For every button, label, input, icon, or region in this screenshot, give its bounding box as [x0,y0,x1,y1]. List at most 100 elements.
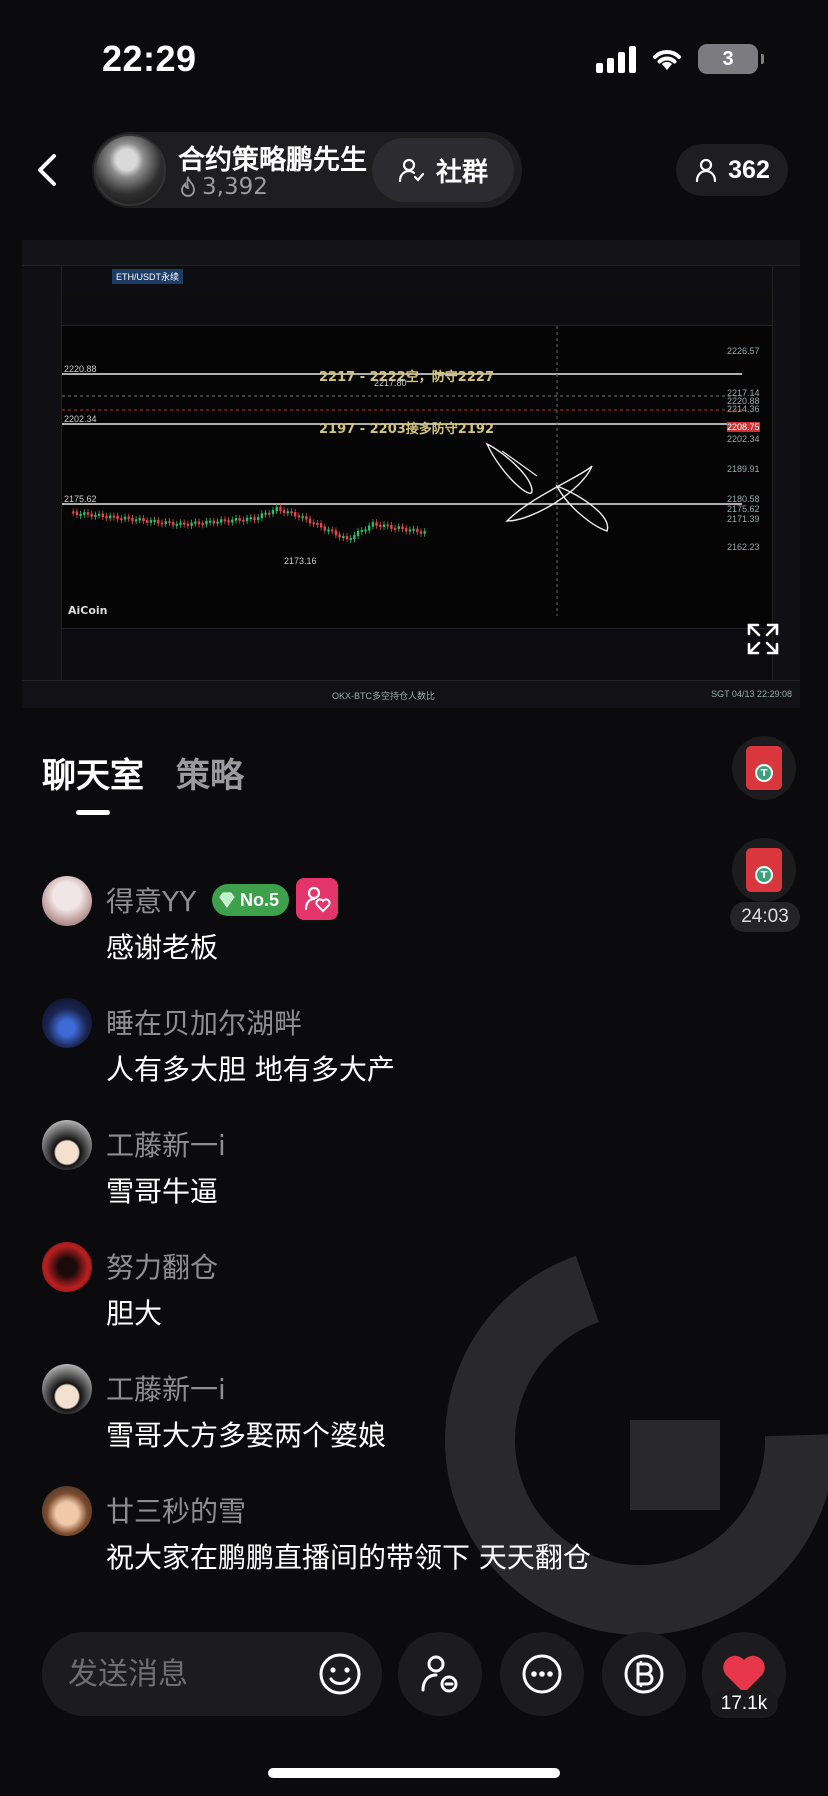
chat-username[interactable]: 睡在贝加尔湖畔 [106,1002,302,1042]
stream-right-rail [772,266,800,680]
candle-body [349,538,352,541]
candle-body [86,512,90,515]
active-tab-indicator [76,810,110,815]
candle-body [257,517,260,521]
candle-body [175,523,178,526]
chat-text: 人有多大胆 地有多大产 [106,1053,395,1086]
aicoin-watermark: AiCoin [68,604,108,617]
stream-indicator-bar [62,628,772,680]
message-composer[interactable] [42,1632,382,1716]
candle-body [216,521,219,524]
high-price-label: 2217.80 [374,378,407,388]
emoji-icon[interactable] [316,1650,364,1698]
user-avatar[interactable] [42,876,92,926]
candle-body [160,522,164,525]
bitcoin-tip-button[interactable] [602,1632,686,1716]
candle-body [75,511,79,515]
level-label-left: 2202.34 [64,414,97,424]
more-options-button[interactable] [500,1632,584,1716]
community-button-label: 社群 [435,157,488,188]
price-axis-label: 2226.57 [727,346,760,356]
candle-body [205,520,208,525]
message-input[interactable] [68,1652,288,1696]
back-arrow-icon[interactable] [28,150,68,190]
chat-username[interactable]: 廿三秒的雪 [106,1490,246,1530]
more-dots-icon [522,1654,562,1694]
candle-body [271,510,275,515]
viewer-count-pill[interactable]: 362 [676,144,788,196]
host-info-pill[interactable]: 合约策略鹏先生 3,392 社群 [92,132,522,208]
chat-message: 廿三秒的雪 祝大家在鹏鹏直播间的带领下 天天翻仓 [42,1486,742,1596]
stream-pair-tab: ETH/USDT永续 [112,269,184,284]
candle-body [419,531,423,534]
candle-body [371,522,375,527]
stream-app-titlebar [22,240,800,266]
price-axis-label: 2208.75 [727,422,760,432]
candle-body [197,521,201,525]
live-stream-video[interactable]: ETH/USDT永续 2217 - 2222空，防守2227 2197 - 22… [22,240,800,708]
chat-message: 工藤新一i 雪哥大方多娶两个婆娘 [42,1364,742,1474]
candle-body [323,526,326,531]
chat-username[interactable]: 得意YY [106,880,196,920]
user-avatar[interactable] [42,1486,92,1536]
chat-username[interactable]: 工藤新一i [106,1368,226,1408]
battery-icon: 3 [698,44,764,74]
home-indicator [268,1768,560,1778]
red-packet-icon: T [746,848,782,892]
candle-body [382,524,386,527]
tab-strategy[interactable]: 策略 [176,748,244,797]
candle-body [234,518,238,521]
candle-body [220,519,223,523]
candle-body [286,511,289,514]
candle-body [90,513,93,517]
candle-body [186,523,190,526]
like-count: 17.1k [710,1690,778,1718]
candle-body [405,528,408,532]
long-zone-annotation: 2197 - 2203接多防守2192 [319,422,494,437]
level-label-left: 2220.88 [64,364,97,374]
candle-body [109,515,112,519]
red-packet-button[interactable]: T [732,736,796,800]
chat-username[interactable]: 努力翻仓 [106,1246,218,1286]
community-button[interactable]: 社群 [372,138,514,202]
candle-body [146,520,149,523]
candle-body [249,517,252,520]
candle-body [397,526,400,529]
chat-text: 雪哥大方多娶两个婆娘 [106,1419,387,1452]
price-axis-label: 2189.91 [727,464,760,474]
price-axis-label: 2171.39 [727,514,760,524]
candle-body [316,523,319,526]
candle-body [179,522,182,525]
bitcoin-icon [624,1654,664,1694]
candle-body [416,528,419,533]
candle-body [138,518,141,521]
candle-body [401,526,404,530]
user-avatar[interactable] [42,1242,92,1292]
candle-body [268,512,271,515]
fullscreen-icon[interactable] [746,622,780,656]
flame-icon [181,176,195,197]
candle-body [212,520,215,524]
candle-body [149,520,153,523]
candle-body [342,536,345,539]
price-axis-label: 2180.58 [727,494,760,504]
candle-body [131,517,134,522]
chat-username[interactable]: 工藤新一i [106,1124,226,1164]
candle-body [308,518,312,524]
user-avatar[interactable] [42,1364,92,1414]
user-avatar[interactable] [42,998,92,1048]
candle-body [264,512,267,515]
mic-link-button[interactable] [398,1632,482,1716]
diamond-icon [219,892,235,908]
user-avatar[interactable] [42,1120,92,1170]
price-axis-label: 2162.23 [727,542,760,552]
chat-message: 工藤新一i 雪哥牛逼 [42,1120,742,1230]
chat-text: 雪哥牛逼 [106,1175,219,1208]
candle-body [101,513,104,518]
community-user-icon [398,158,424,183]
host-avatar[interactable] [94,134,166,206]
fan-heart-icon [304,886,331,913]
tab-chat-room[interactable]: 聊天室 [42,748,144,797]
candle-body [142,518,145,522]
candle-body [368,525,371,531]
